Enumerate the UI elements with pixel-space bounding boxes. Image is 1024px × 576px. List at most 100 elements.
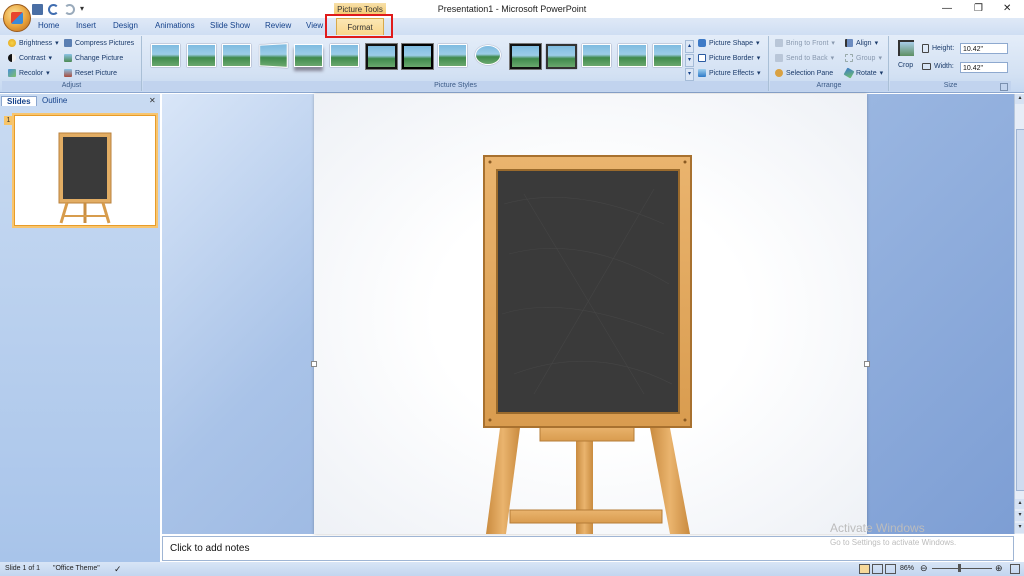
style-thumbnail[interactable]: [510, 44, 541, 69]
selection-pane-icon: [775, 69, 783, 77]
style-thumbnail[interactable]: [402, 44, 433, 69]
style-thumbnail[interactable]: [438, 44, 467, 67]
change-picture-icon: [64, 54, 72, 62]
zoom-slider[interactable]: [932, 568, 992, 569]
style-thumbnail[interactable]: [653, 44, 682, 67]
title-bar: ▾ Presentation1 - Microsoft PowerPoint P…: [0, 0, 1024, 18]
style-thumbnail[interactable]: [546, 44, 577, 69]
height-icon: [922, 44, 929, 53]
picture-effects-button[interactable]: Picture Effects ▾: [698, 69, 761, 77]
brightness-icon: [8, 39, 16, 47]
style-thumbnail[interactable]: [222, 44, 251, 67]
crop-icon: [898, 40, 914, 56]
compress-icon: [64, 39, 72, 47]
style-thumbnail[interactable]: [187, 44, 216, 67]
bring-to-front-button[interactable]: Bring to Front ▾: [775, 39, 835, 47]
height-field[interactable]: 10.42": [960, 43, 1008, 54]
spell-check-icon[interactable]: ✓: [114, 564, 122, 575]
size-dialog-launcher-icon[interactable]: [1000, 83, 1008, 91]
minimize-icon[interactable]: —: [942, 3, 952, 14]
tab-view[interactable]: View: [306, 21, 323, 30]
ribbon-tabs: Home Insert Design Animations Slide Show…: [0, 18, 1024, 48]
scroll-up-icon[interactable]: ▴: [1015, 94, 1024, 104]
group-button[interactable]: Group ▾: [845, 54, 882, 62]
tab-home[interactable]: Home: [38, 21, 59, 30]
slide-canvas[interactable]: [314, 94, 867, 534]
easel-image[interactable]: [314, 94, 867, 534]
contrast-button[interactable]: Contrast ▾: [8, 54, 52, 62]
scroll-down-icon[interactable]: ▾: [1015, 523, 1024, 533]
format-tab-highlight: [325, 14, 393, 38]
resize-handle-right[interactable]: [864, 361, 870, 367]
style-thumbnail[interactable]: [294, 44, 323, 67]
bring-to-front-icon: [775, 39, 783, 47]
tab-animations[interactable]: Animations: [155, 21, 195, 30]
gallery-up-icon[interactable]: ▴: [685, 40, 694, 53]
tab-slide-show[interactable]: Slide Show: [210, 21, 250, 30]
reset-picture-button[interactable]: Reset Picture: [64, 69, 117, 77]
picture-shape-icon: [698, 39, 706, 47]
next-slide-icon[interactable]: ▾: [1015, 511, 1024, 521]
normal-view-icon[interactable]: [859, 564, 870, 574]
width-field[interactable]: 10.42": [960, 62, 1008, 73]
tab-review[interactable]: Review: [265, 21, 291, 30]
picture-border-button[interactable]: Picture Border ▾: [698, 54, 760, 62]
zoom-in-icon[interactable]: ⊕: [995, 563, 1003, 574]
crop-label: Crop: [898, 62, 914, 69]
brightness-button[interactable]: Brightness ▾: [8, 39, 59, 47]
style-thumbnail[interactable]: [582, 44, 611, 67]
slide-sorter-icon[interactable]: [872, 564, 883, 574]
selection-pane-button[interactable]: Selection Pane: [775, 69, 833, 77]
rotate-icon: [843, 67, 855, 79]
zoom-slider-thumb[interactable]: [958, 564, 961, 572]
zoom-level[interactable]: 86%: [900, 565, 914, 572]
tab-insert[interactable]: Insert: [76, 21, 96, 30]
picture-effects-icon: [698, 69, 706, 77]
style-thumbnail[interactable]: [618, 44, 647, 67]
style-thumbnail[interactable]: [475, 45, 501, 65]
gallery-down-icon[interactable]: ▾: [685, 54, 694, 67]
recolor-icon: [8, 69, 16, 77]
activate-windows-title: Activate Windows: [830, 521, 925, 535]
tab-outline[interactable]: Outline: [42, 96, 67, 105]
slide-show-icon[interactable]: [885, 564, 896, 574]
align-button[interactable]: Align ▾: [845, 39, 878, 47]
compress-pictures-button[interactable]: Compress Pictures: [64, 39, 134, 47]
picture-shape-button[interactable]: Picture Shape ▾: [698, 39, 760, 47]
prev-slide-icon[interactable]: ▴: [1015, 499, 1024, 509]
tab-design[interactable]: Design: [113, 21, 138, 30]
slide-thumbnail[interactable]: [14, 115, 156, 226]
scroll-thumb[interactable]: [1016, 129, 1024, 491]
close-panel-icon[interactable]: ✕: [149, 96, 156, 105]
size-group-label: Size: [890, 81, 1011, 91]
vertical-scrollbar[interactable]: ▴ ▴ ▾ ▾: [1014, 94, 1024, 534]
activate-windows-subtitle: Go to Settings to activate Windows.: [830, 538, 957, 547]
fit-to-window-icon[interactable]: [1010, 564, 1020, 574]
zoom-out-icon[interactable]: ⊖: [920, 563, 928, 574]
arrange-group-label: Arrange: [770, 81, 888, 91]
picture-border-icon: [698, 54, 706, 62]
style-thumbnail[interactable]: [366, 44, 397, 69]
office-logo-icon: [11, 12, 23, 24]
close-icon[interactable]: ✕: [1003, 3, 1011, 14]
resize-handle-left[interactable]: [311, 361, 317, 367]
restore-icon[interactable]: ❐: [974, 3, 983, 14]
picture-styles-group-label: Picture Styles: [143, 81, 768, 91]
style-thumbnail[interactable]: [330, 44, 359, 67]
office-button[interactable]: [3, 4, 31, 32]
recolor-button[interactable]: Recolor ▾: [8, 69, 50, 77]
style-thumbnail[interactable]: [259, 43, 288, 68]
easel-thumbnail-icon: [58, 132, 112, 224]
tab-slides[interactable]: Slides: [1, 96, 37, 106]
send-to-back-button[interactable]: Send to Back ▾: [775, 54, 834, 62]
crop-button[interactable]: Crop: [895, 40, 917, 76]
style-thumbnail[interactable]: [151, 44, 180, 67]
change-picture-button[interactable]: Change Picture: [64, 54, 123, 62]
reset-picture-icon: [64, 69, 72, 77]
gallery-more-icon[interactable]: ▾: [685, 68, 694, 81]
group-icon: [845, 54, 853, 62]
rotate-button[interactable]: Rotate ▾: [843, 67, 883, 79]
align-icon: [845, 39, 853, 47]
gallery-scroll: ▴ ▾ ▾: [685, 40, 694, 81]
status-bar: Slide 1 of 1 "Office Theme" ✓ 86% ⊖ ⊕: [0, 562, 1024, 576]
